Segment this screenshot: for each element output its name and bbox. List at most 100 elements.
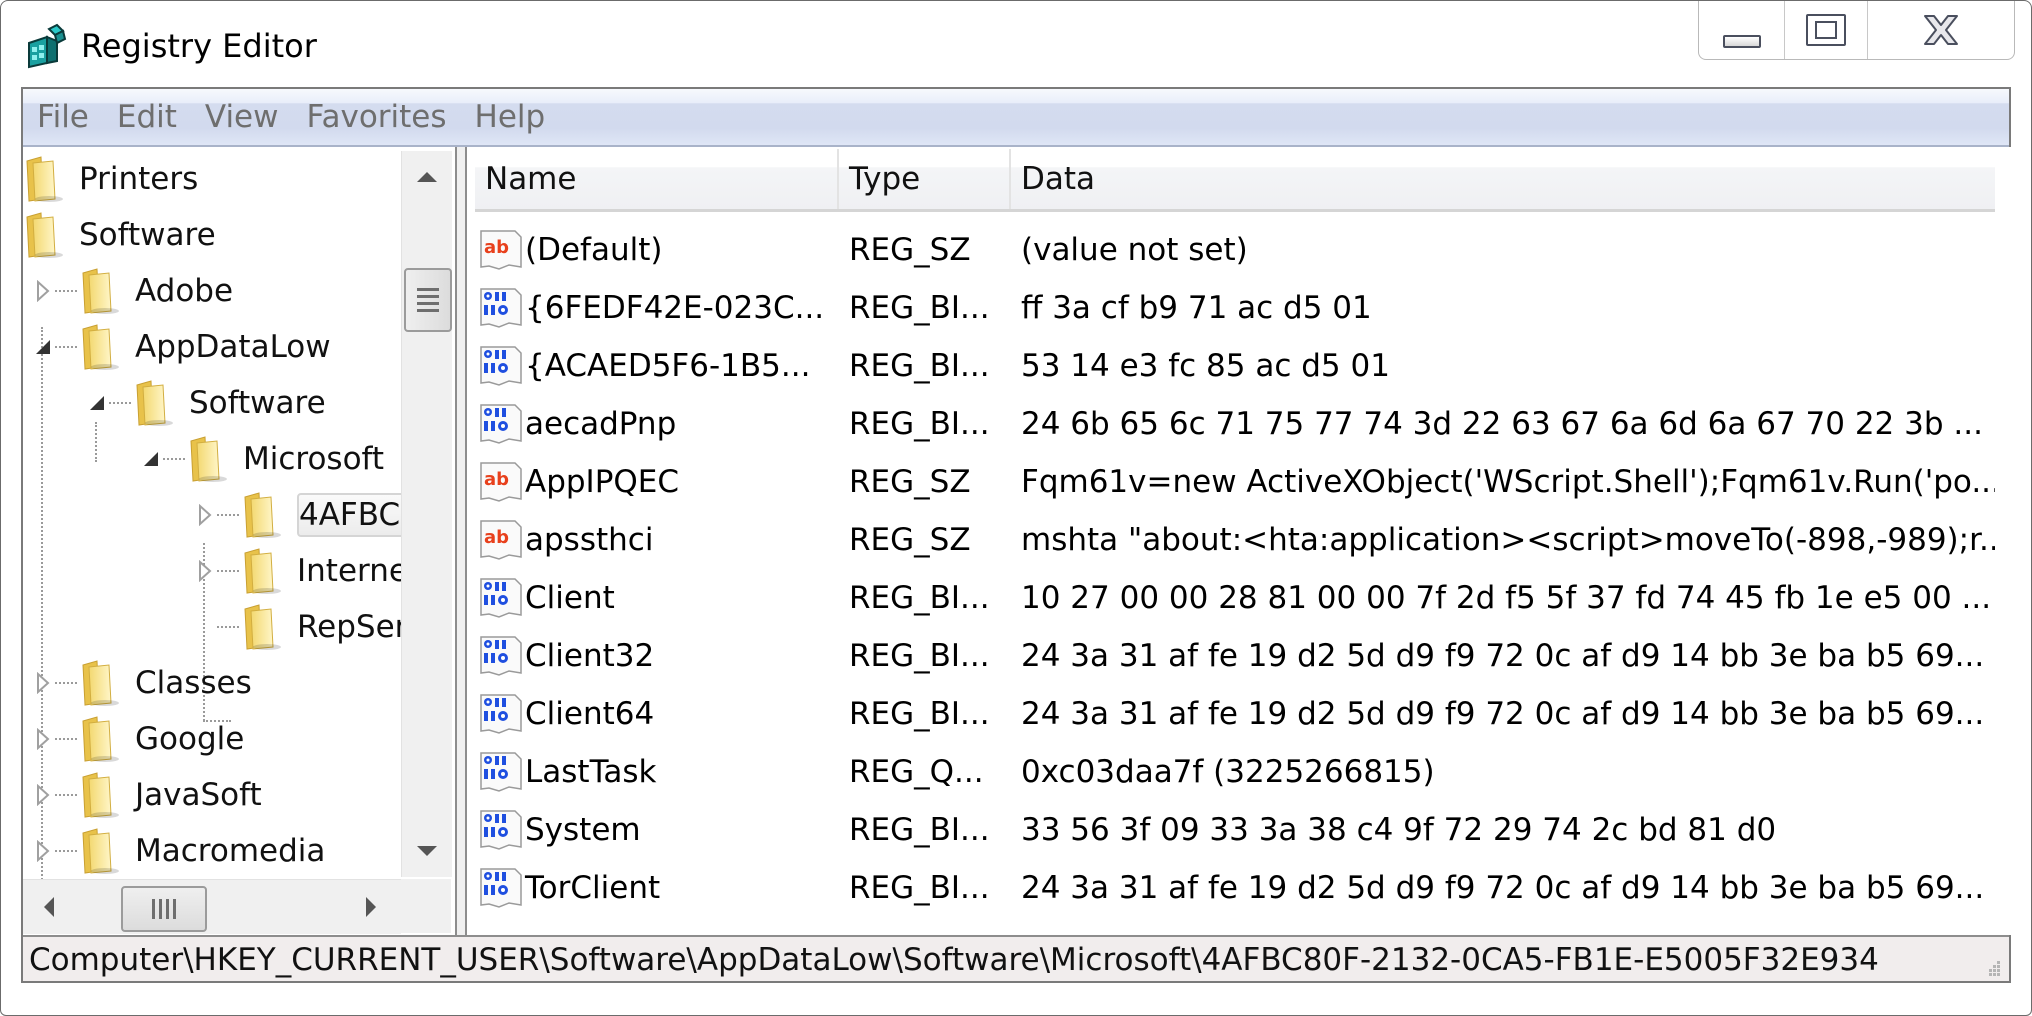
string-value-icon: ab xyxy=(479,229,525,271)
value-type: REG_BI... xyxy=(849,870,990,906)
tree-item[interactable]: AppDataLow xyxy=(33,319,331,375)
value-name-cell: ab AppIPQEC xyxy=(475,461,839,503)
value-data: 24 3a 31 af fe 19 d2 5d d9 f9 72 0c af d… xyxy=(1021,696,1985,732)
value-row[interactable]: TorClient REG_BI... 24 3a 31 af fe 19 d2 5… xyxy=(475,859,1995,917)
value-type: REG_BI... xyxy=(849,580,990,616)
scroll-left-button[interactable] xyxy=(23,880,73,934)
expand-arrow-icon[interactable] xyxy=(33,839,53,863)
key-tree-pane[interactable]: Printers Software Adobe AppDataLow Software M… xyxy=(23,147,457,935)
value-name-cell: {6FEDF42E-023C... xyxy=(475,287,839,329)
expand-arrow-icon[interactable] xyxy=(33,279,53,303)
resize-grip-icon[interactable] xyxy=(1981,957,2001,977)
string-value-icon: ab xyxy=(479,461,525,503)
string-value-icon: ab xyxy=(479,519,525,561)
value-name: Client xyxy=(525,580,615,616)
value-row[interactable]: ab (Default) REG_SZ (value not set) xyxy=(475,221,1995,279)
folder-icon xyxy=(79,827,123,875)
tree-item[interactable]: Adobe xyxy=(33,263,233,319)
value-row[interactable]: aecadPnp REG_BI... 24 6b 65 6c 71 75 77 74… xyxy=(475,395,1995,453)
value-name-cell: System xyxy=(475,809,839,851)
value-row[interactable]: {6FEDF42E-023C... REG_BI... ff 3a cf b9 71… xyxy=(475,279,1995,337)
tree-item-label: Macromedia xyxy=(135,833,326,869)
tree-item[interactable]: JavaSoft xyxy=(33,767,262,823)
folder-icon xyxy=(241,547,285,595)
value-row[interactable]: LastTask REG_Q... 0xc03daa7f (3225266815) xyxy=(475,743,1995,801)
close-button[interactable] xyxy=(1868,1,2014,59)
tree-item[interactable]: 4AFBC8 xyxy=(195,487,430,543)
value-type: REG_SZ xyxy=(849,464,971,500)
vertical-scroll-thumb[interactable] xyxy=(404,268,452,332)
scroll-right-button[interactable] xyxy=(347,880,397,934)
menu-edit[interactable]: Edit xyxy=(103,89,191,145)
value-name-cell: LastTask xyxy=(475,751,839,793)
tree-item[interactable]: RepSer xyxy=(195,599,407,655)
folder-icon xyxy=(79,323,123,371)
value-type: REG_BI... xyxy=(849,638,990,674)
menu-view[interactable]: View xyxy=(191,89,293,145)
title-bar[interactable]: Registry Editor xyxy=(1,1,2031,87)
tree-item-label: RepSer xyxy=(297,609,408,645)
tree-item[interactable]: Microsoft xyxy=(141,431,384,487)
collapse-arrow-icon[interactable] xyxy=(87,391,107,415)
horizontal-scroll-thumb[interactable] xyxy=(121,886,207,932)
svg-text:ab: ab xyxy=(484,527,509,548)
folder-icon xyxy=(79,715,123,763)
value-row[interactable]: ab AppIPQEC REG_SZ Fqm61v=new ActiveXObject… xyxy=(475,453,1995,511)
folder-icon xyxy=(79,771,123,819)
value-type: REG_BI... xyxy=(849,290,990,326)
expand-arrow-icon[interactable] xyxy=(33,671,53,695)
expand-arrow-icon[interactable] xyxy=(195,503,215,527)
tree-vertical-scrollbar[interactable] xyxy=(401,151,452,877)
values-list-pane[interactable]: Name Type Data ab (Default) REG_SZ (value n… xyxy=(465,147,2011,935)
value-type: REG_BI... xyxy=(849,696,990,732)
value-row[interactable]: Client32 REG_BI... 24 3a 31 af fe 19 d2 5d… xyxy=(475,627,1995,685)
menu-help[interactable]: Help xyxy=(461,89,560,145)
scroll-up-button[interactable] xyxy=(402,151,452,201)
collapse-arrow-icon[interactable] xyxy=(141,447,161,471)
column-header-type[interactable]: Type xyxy=(839,149,1011,209)
expand-arrow-icon[interactable] xyxy=(195,559,215,583)
tree-item[interactable]: Classes xyxy=(33,655,252,711)
value-row[interactable]: Client REG_BI... 10 27 00 00 28 81 00 00 7… xyxy=(475,569,1995,627)
value-row[interactable]: ab apssthci REG_SZ mshta "about:<hta:applic… xyxy=(475,511,1995,569)
binary-value-icon xyxy=(479,345,525,387)
expand-arrow-icon[interactable] xyxy=(33,783,53,807)
binary-value-icon xyxy=(479,809,525,851)
folder-icon xyxy=(79,659,123,707)
column-header-data[interactable]: Data xyxy=(1011,149,1995,209)
value-data: 24 6b 65 6c 71 75 77 74 3d 22 63 67 6a 6… xyxy=(1021,406,1983,442)
menu-favorites[interactable]: Favorites xyxy=(293,89,461,145)
value-name: System xyxy=(525,812,641,848)
binary-value-icon xyxy=(479,867,525,909)
value-row[interactable]: System REG_BI... 33 56 3f 09 33 3a 38 c4 9… xyxy=(475,801,1995,859)
expand-arrow-icon[interactable] xyxy=(33,727,53,751)
minimize-button[interactable] xyxy=(1699,1,1785,59)
tree-item[interactable]: Interne xyxy=(195,543,408,599)
tree-item[interactable]: Google xyxy=(33,711,244,767)
tree-item[interactable]: Software xyxy=(23,207,216,263)
menu-file[interactable]: File xyxy=(23,89,103,145)
maximize-button[interactable] xyxy=(1785,1,1868,59)
tree-horizontal-scrollbar[interactable] xyxy=(23,879,401,934)
collapse-arrow-icon[interactable] xyxy=(33,335,53,359)
svg-text:ab: ab xyxy=(484,469,509,490)
column-header-name[interactable]: Name xyxy=(475,149,839,209)
registry-editor-window: Registry Editor File Edit View Favorites… xyxy=(0,0,2032,1016)
tree-item[interactable]: Macromedia xyxy=(33,823,325,879)
scroll-down-button[interactable] xyxy=(402,827,452,877)
value-name: {6FEDF42E-023C... xyxy=(525,290,825,326)
minimize-icon xyxy=(1722,34,1761,48)
folder-icon xyxy=(187,435,231,483)
value-name: (Default) xyxy=(525,232,663,268)
value-row[interactable]: Client64 REG_BI... 24 3a 31 af fe 19 d2 5d… xyxy=(475,685,1995,743)
value-data: 24 3a 31 af fe 19 d2 5d d9 f9 72 0c af d… xyxy=(1021,638,1985,674)
value-data: 33 56 3f 09 33 3a 38 c4 9f 72 29 74 2c b… xyxy=(1021,812,1777,848)
value-name-cell: aecadPnp xyxy=(475,403,839,445)
tree-item[interactable]: Printers xyxy=(23,151,198,207)
tree-item[interactable]: Software xyxy=(87,375,326,431)
value-row[interactable]: {ACAED5F6-1B5... REG_BI... 53 14 e3 fc 85 … xyxy=(475,337,1995,395)
window-title: Registry Editor xyxy=(81,27,317,65)
value-name: LastTask xyxy=(525,754,657,790)
tree-item-label: Printers xyxy=(79,161,199,197)
pane-splitter[interactable] xyxy=(457,147,465,935)
